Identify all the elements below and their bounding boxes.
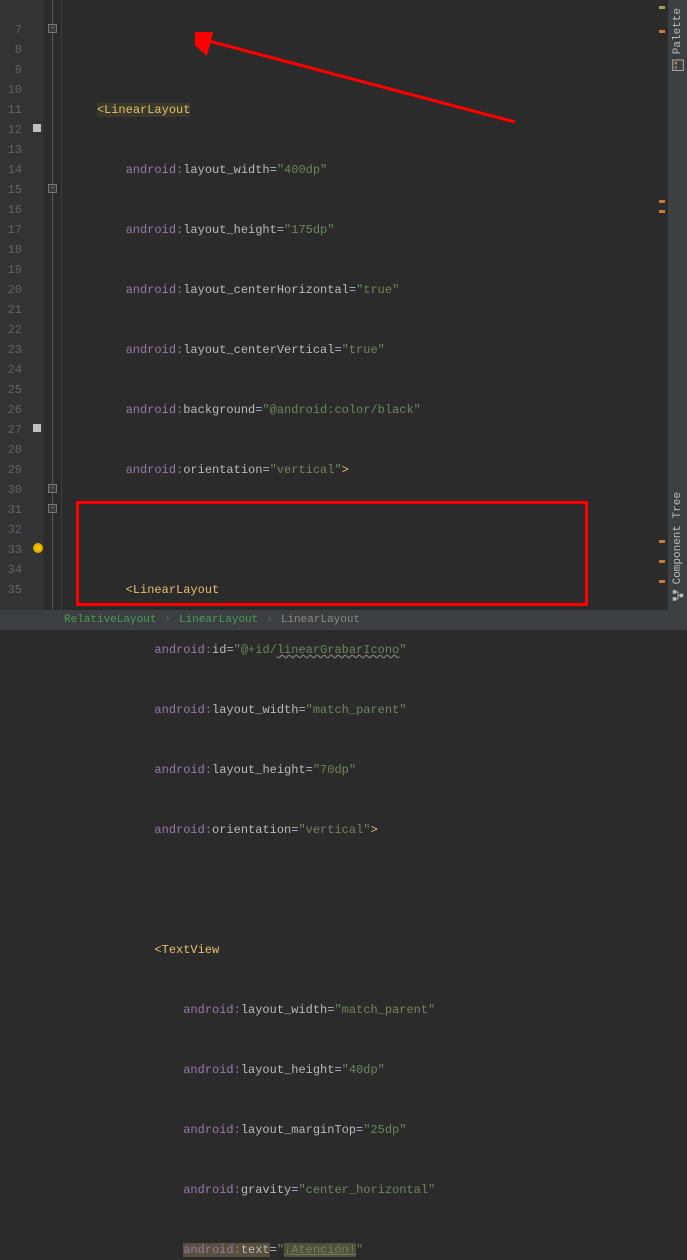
fold-gutter: - - - - <box>44 0 62 610</box>
breakpoint-marker-icon[interactable] <box>33 124 41 132</box>
line-number: 33 <box>0 540 22 560</box>
line-number: 34 <box>0 560 22 580</box>
line-number: 7 <box>0 20 22 40</box>
tree-icon <box>671 588 685 602</box>
line-number <box>0 0 22 20</box>
line-number: 32 <box>0 520 22 540</box>
palette-icon <box>671 58 685 72</box>
line-number: 21 <box>0 300 22 320</box>
breakpoint-marker-icon[interactable] <box>33 424 41 432</box>
line-number: 27 <box>0 420 22 440</box>
line-number: 18 <box>0 240 22 260</box>
line-number: 13 <box>0 140 22 160</box>
line-number: 22 <box>0 320 22 340</box>
line-number: 17 <box>0 220 22 240</box>
palette-tab[interactable]: Palette <box>669 0 687 80</box>
intention-bulb-icon[interactable] <box>33 543 43 553</box>
line-number: 19 <box>0 260 22 280</box>
component-tree-tab[interactable]: Component Tree <box>669 484 687 610</box>
line-number: 20 <box>0 280 22 300</box>
component-tree-label: Component Tree <box>672 492 684 584</box>
line-number: 28 <box>0 440 22 460</box>
line-number: 35 <box>0 580 22 600</box>
marker-gutter <box>30 0 44 610</box>
line-number: 30 <box>0 480 22 500</box>
xml-tag: <LinearLayout <box>126 583 220 597</box>
line-number: 24 <box>0 360 22 380</box>
line-number: 14 <box>0 160 22 180</box>
line-number: 15 <box>0 180 22 200</box>
right-tool-sidebar: Palette Component Tree <box>667 0 687 610</box>
fold-toggle-icon[interactable]: - <box>48 24 57 33</box>
line-number: 10 <box>0 80 22 100</box>
xml-tag: <LinearLayout <box>97 103 191 117</box>
fold-toggle-icon[interactable]: - <box>48 184 57 193</box>
xml-tag: <TextView <box>154 943 219 957</box>
line-number: 16 <box>0 200 22 220</box>
line-number: 26 <box>0 400 22 420</box>
line-number: 23 <box>0 340 22 360</box>
line-number: 8 <box>0 40 22 60</box>
line-number: 25 <box>0 380 22 400</box>
palette-label: Palette <box>672 8 684 54</box>
line-number: 9 <box>0 60 22 80</box>
editor-area: 7 8 9 10 11 12 13 14 15 16 17 18 19 20 2… <box>0 0 687 610</box>
line-number: 11 <box>0 100 22 120</box>
line-number-gutter: 7 8 9 10 11 12 13 14 15 16 17 18 19 20 2… <box>0 0 30 610</box>
fold-toggle-icon[interactable]: - <box>48 484 57 493</box>
line-number: 12 <box>0 120 22 140</box>
line-number: 29 <box>0 460 22 480</box>
error-stripe[interactable] <box>657 0 667 610</box>
code-editor[interactable]: <LinearLayout android:layout_width="400d… <box>62 0 667 610</box>
line-number: 31 <box>0 500 22 520</box>
fold-toggle-icon[interactable]: - <box>48 504 57 513</box>
